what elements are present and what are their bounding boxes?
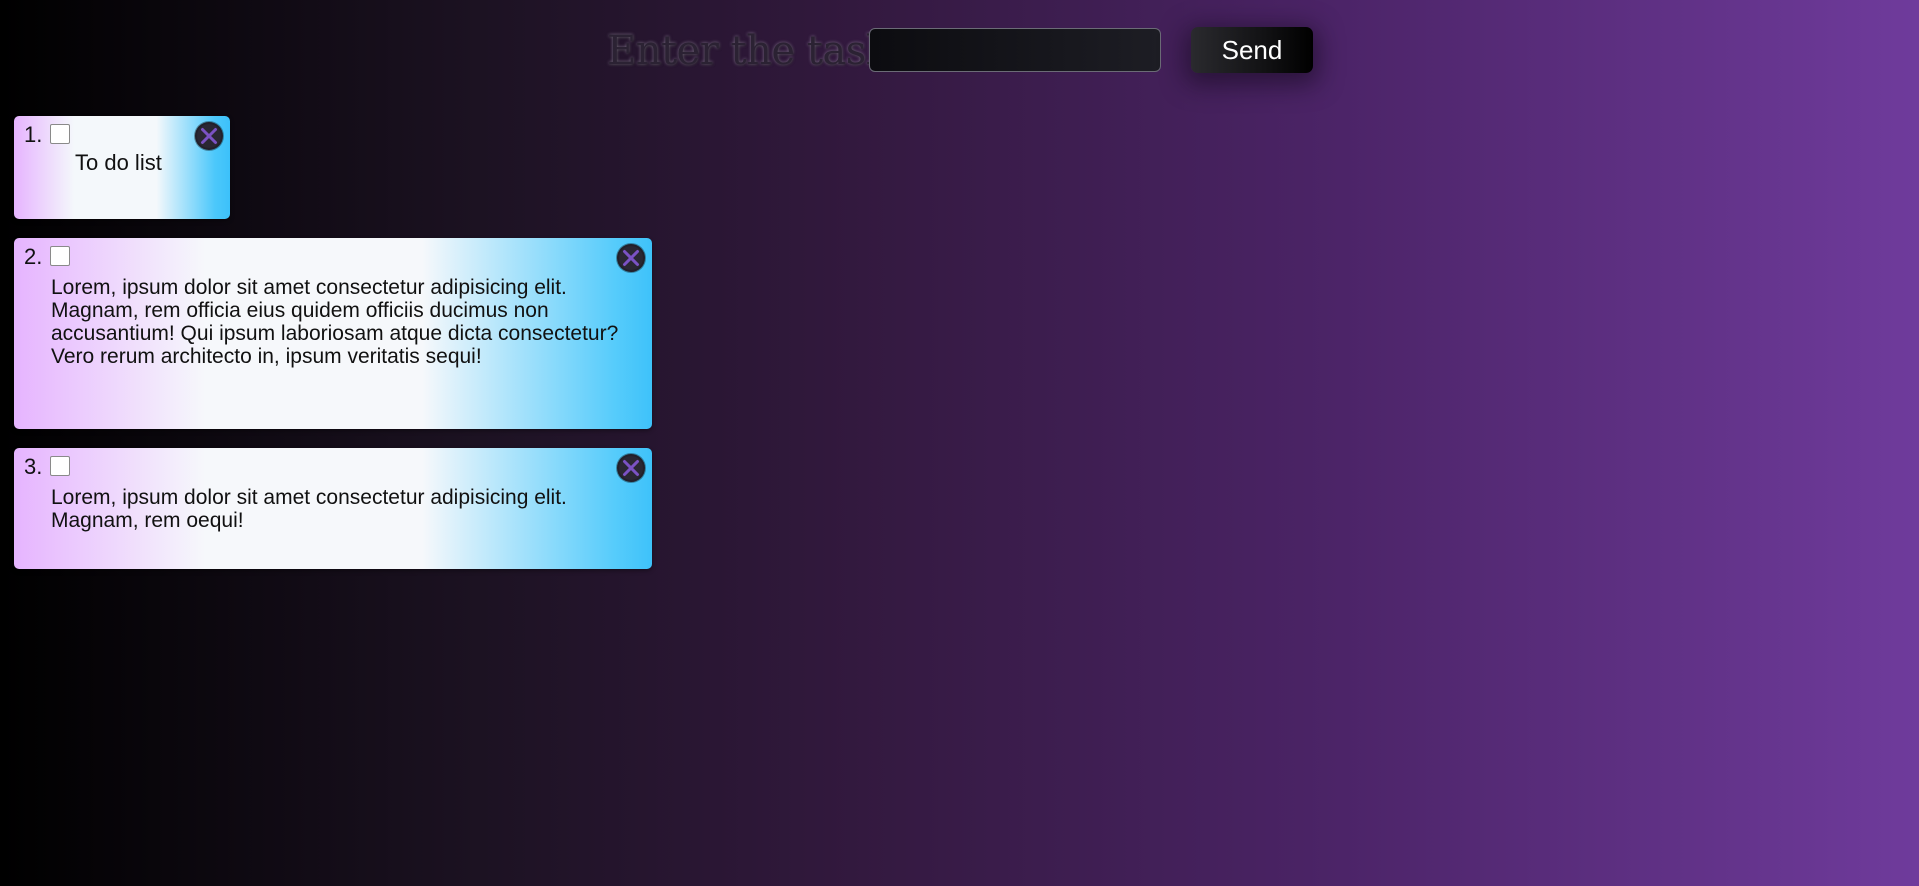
task-number: 2. bbox=[24, 244, 43, 269]
task-text: Lorem, ipsum dolor sit amet consectetur … bbox=[51, 276, 619, 368]
task-number: 1. bbox=[24, 122, 43, 147]
task-item: 3. Lorem, ipsum dolor sit amet consectet… bbox=[14, 448, 652, 569]
task-text: To do list bbox=[75, 150, 162, 175]
task-checkbox[interactable] bbox=[50, 456, 70, 476]
task-entry-header: Enter the task Send bbox=[0, 27, 1919, 75]
send-button[interactable]: Send bbox=[1191, 27, 1313, 73]
close-circle-icon bbox=[619, 246, 643, 270]
task-list: 1. To do list 2. Lorem, ipsum dolor sit … bbox=[14, 116, 652, 588]
task-checkbox[interactable] bbox=[50, 246, 70, 266]
task-item: 1. To do list bbox=[14, 116, 230, 219]
task-number: 3. bbox=[24, 454, 43, 479]
delete-task-button[interactable] bbox=[617, 454, 645, 482]
delete-task-button[interactable] bbox=[195, 122, 223, 150]
close-circle-icon bbox=[197, 124, 221, 148]
task-text: Lorem, ipsum dolor sit amet consectetur … bbox=[51, 486, 567, 532]
close-circle-icon bbox=[619, 456, 643, 480]
task-input[interactable] bbox=[869, 28, 1161, 72]
task-checkbox[interactable] bbox=[50, 124, 70, 144]
delete-task-button[interactable] bbox=[617, 244, 645, 272]
task-item: 2. Lorem, ipsum dolor sit amet consectet… bbox=[14, 238, 652, 429]
enter-task-label: Enter the task bbox=[607, 28, 890, 74]
